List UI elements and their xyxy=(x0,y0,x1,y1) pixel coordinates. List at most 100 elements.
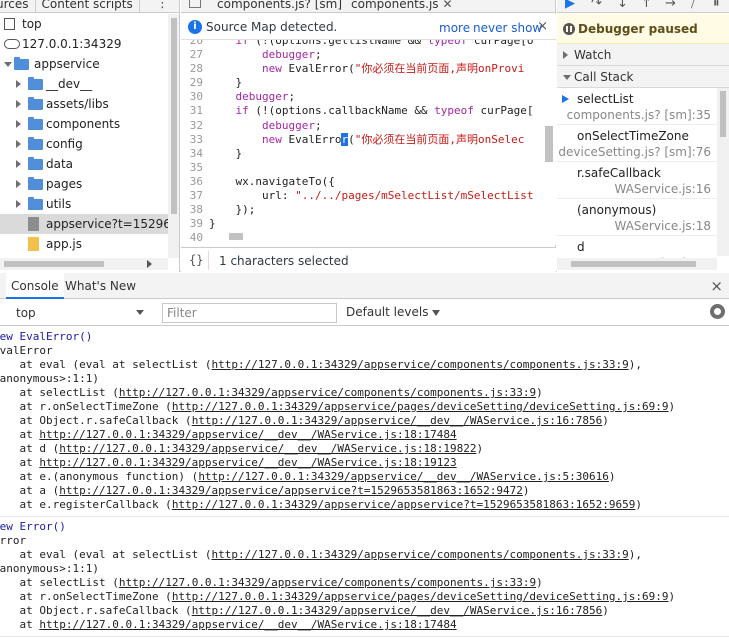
step-out-icon[interactable]: ↑ xyxy=(641,0,652,11)
line-number[interactable]: 38 xyxy=(181,203,209,217)
expand-icon[interactable] xyxy=(16,140,21,148)
editor-tab-components[interactable]: components.js ✕ xyxy=(351,0,453,12)
navigator-vertical-scrollbar[interactable] xyxy=(168,14,179,258)
tab-sources[interactable]: urces xyxy=(0,0,36,12)
line-number[interactable]: 26 xyxy=(181,40,209,48)
infobar-more-link[interactable]: more xyxy=(439,21,470,35)
call-stack-frame[interactable]: r.safeCallback WAService.js:16 xyxy=(557,162,717,199)
expand-icon[interactable] xyxy=(16,120,21,128)
source-link[interactable]: http://127.0.0.1:34329/appservice/compon… xyxy=(212,548,629,561)
infobar-close-icon[interactable]: × xyxy=(537,19,548,34)
source-link[interactable]: http://127.0.0.1:34329/appservice/pages/… xyxy=(172,590,669,603)
pretty-print-icon[interactable]: {} xyxy=(189,253,203,267)
code-area[interactable]: 26 if (!(options.getlistName && typeof c… xyxy=(181,40,556,245)
source-link[interactable]: http://127.0.0.1:34329/appservice/compon… xyxy=(119,386,536,399)
console-filter-input[interactable] xyxy=(162,303,337,323)
tree-item[interactable]: appservice xyxy=(0,54,168,74)
tree-item[interactable]: 127.0.0.1:34329 xyxy=(0,34,168,54)
step-icon[interactable]: → xyxy=(665,0,676,11)
line-number[interactable]: 35 xyxy=(181,161,209,175)
source-link[interactable]: http://127.0.0.1:34329/appservice/pages/… xyxy=(172,400,669,413)
call-stack-frame[interactable]: (anonymous) WAService.js:18 xyxy=(557,199,717,236)
call-stack-section-header[interactable]: Call Stack xyxy=(557,66,729,88)
line-number[interactable]: 30 xyxy=(181,90,209,104)
tree-item[interactable]: components xyxy=(0,114,168,134)
call-stack-frame[interactable]: onSelectTimeZone deviceSetting.js? [sm]:7… xyxy=(557,125,717,162)
line-number[interactable]: 37 xyxy=(181,189,209,203)
collapse-icon[interactable] xyxy=(4,62,12,67)
code-horizontal-scrollbar[interactable] xyxy=(215,230,542,242)
console-drawer: Console What's New × top Default levels … xyxy=(0,273,729,638)
source-link[interactable]: http://127.0.0.1:34329/appservice/__dev_… xyxy=(192,604,603,617)
step-into-icon[interactable]: ↓ xyxy=(617,0,628,11)
folder-icon xyxy=(28,137,43,150)
source-link[interactable]: http://127.0.0.1:34329/appservice/__dev_… xyxy=(39,618,456,631)
line-number[interactable]: 39 xyxy=(181,217,209,231)
source-link[interactable]: http://127.0.0.1:34329/appservice/__dev_… xyxy=(192,414,603,427)
code-token: debugger xyxy=(261,48,315,62)
close-icon[interactable]: ✕ xyxy=(443,0,453,11)
expand-icon[interactable] xyxy=(16,200,21,208)
tab-console[interactable]: Console xyxy=(6,273,64,299)
more-tabs-icon[interactable]: ⋮ xyxy=(156,0,169,11)
line-number[interactable]: 28 xyxy=(181,62,209,76)
context-select[interactable]: top xyxy=(10,304,150,322)
drawer-close-icon[interactable]: × xyxy=(710,277,723,295)
tree-item[interactable]: appservice?t=1529653 xyxy=(0,214,168,234)
call-stack-frame[interactable]: selectList components.js? [sm]:35 xyxy=(557,88,717,125)
debugger-paused-banner: Debugger paused xyxy=(557,14,729,44)
source-link[interactable]: http://127.0.0.1:34329/appservice/__dev_… xyxy=(59,442,476,455)
tree-item[interactable]: data xyxy=(0,154,168,174)
line-number[interactable]: 36 xyxy=(181,175,209,189)
tree-item[interactable]: utils xyxy=(0,194,168,214)
navigator-toggle-icon[interactable] xyxy=(189,0,201,8)
gear-icon[interactable] xyxy=(710,304,725,319)
navigator-horizontal-scrollbar[interactable] xyxy=(0,258,168,270)
source-link[interactable]: http://127.0.0.1:34329/appservice/compon… xyxy=(119,576,536,589)
tree-item[interactable]: app.js xyxy=(0,234,168,254)
tree-item[interactable]: top xyxy=(0,14,168,34)
tree-item[interactable]: __dev__ xyxy=(0,74,168,94)
infobar-never-show-link[interactable]: never show xyxy=(473,21,542,35)
step-over-icon[interactable]: ↷ xyxy=(591,0,602,11)
code-vertical-scrollbar[interactable] xyxy=(541,40,555,230)
source-link[interactable]: http://127.0.0.1:34329/appservice/__dev_… xyxy=(39,428,456,441)
console-command: new EvalError() xyxy=(0,330,93,343)
tree-item[interactable]: config xyxy=(0,134,168,154)
tree-item[interactable]: pages xyxy=(0,174,168,194)
tree-item[interactable]: assets/libs xyxy=(0,94,168,114)
line-number[interactable]: 33 xyxy=(181,133,209,147)
pause-on-exceptions-icon[interactable]: ⏸ xyxy=(713,0,720,11)
call-stack-horizontal-scrollbar[interactable] xyxy=(557,258,717,270)
source-link[interactable]: http://127.0.0.1:34329/appservice/compon… xyxy=(212,358,629,371)
code-token: wx.navigateTo({ xyxy=(209,174,335,188)
expand-icon[interactable] xyxy=(16,100,21,108)
source-link[interactable]: http://127.0.0.1:34329/appservice/__dev_… xyxy=(39,456,456,469)
console-text: at eval (eval at selectList ( xyxy=(0,548,212,561)
frame-function-name: selectList xyxy=(577,92,634,106)
line-number[interactable]: 34 xyxy=(181,147,209,161)
code-line: 28 new EvalError("你必须在当前页面,声明onProvi xyxy=(181,62,534,76)
tab-content-scripts[interactable]: Content scripts xyxy=(36,0,140,12)
resume-icon[interactable]: ▶ xyxy=(565,0,575,11)
line-number[interactable]: 40 xyxy=(181,231,209,245)
tab-whats-new[interactable]: What's New xyxy=(60,273,141,299)
source-link[interactable]: http://127.0.0.1:34329/appservice/__dev_… xyxy=(198,470,609,483)
expand-icon[interactable] xyxy=(16,160,21,168)
line-number[interactable]: 27 xyxy=(181,48,209,62)
line-number[interactable]: 32 xyxy=(181,119,209,133)
editor-tab-label: components.js? [sm] xyxy=(217,0,343,11)
line-number[interactable]: 29 xyxy=(181,76,209,90)
console-text: at Object.r.safeCallback ( xyxy=(0,604,192,617)
source-link[interactable]: http://127.0.0.1:34329/appservice/appser… xyxy=(172,498,636,511)
line-number[interactable]: 31 xyxy=(181,104,209,118)
source-link[interactable]: http://127.0.0.1:34329/appservice/appser… xyxy=(59,484,523,497)
expand-icon[interactable] xyxy=(16,180,21,188)
watch-section-header[interactable]: Watch xyxy=(557,44,729,66)
call-stack-vertical-scrollbar[interactable] xyxy=(717,88,729,256)
expand-icon[interactable] xyxy=(16,80,21,88)
log-levels-select[interactable]: Default levels xyxy=(346,305,441,319)
editor-tab-components-sm[interactable]: components.js? [sm] xyxy=(217,0,343,12)
code-line: 35 xyxy=(181,161,534,175)
deactivate-breakpoints-icon[interactable]: ⧸ xyxy=(691,0,695,11)
